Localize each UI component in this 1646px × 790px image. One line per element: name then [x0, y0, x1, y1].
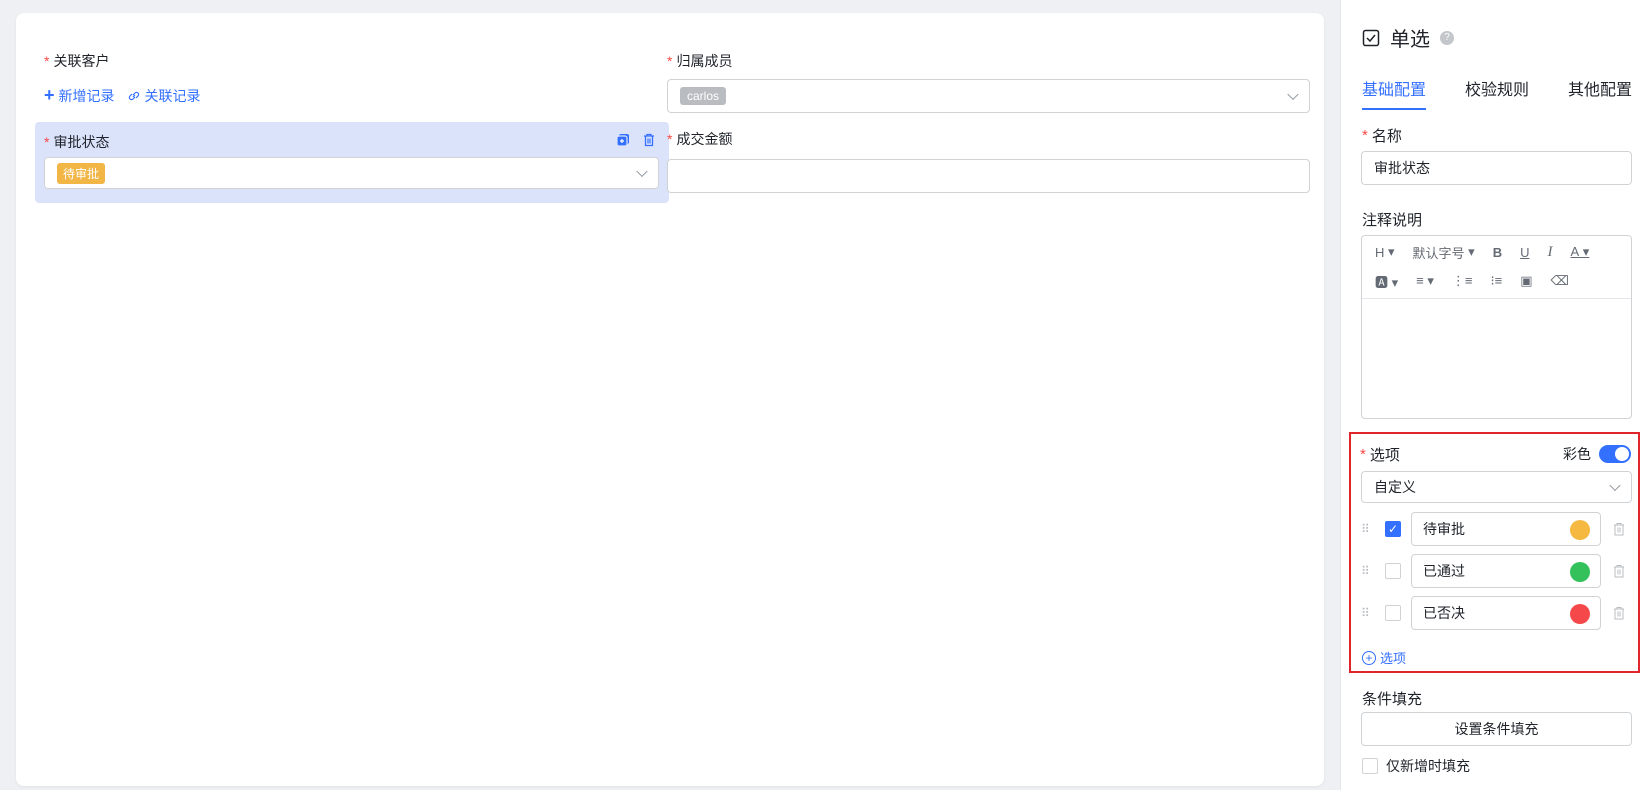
option-default-checkbox[interactable] — [1385, 605, 1401, 621]
field-actions — [615, 132, 657, 148]
customer-actions: + 新增记录 关联记录 — [44, 85, 201, 106]
help-icon[interactable]: ? — [1440, 30, 1454, 45]
option-row: ⠿ 已否决 — [1361, 596, 1636, 630]
config-panel: 单选 ? 基础配置 校验规则 其他配置 * 名称 审批状态 注释说明 H ▾ 默… — [1340, 0, 1646, 790]
required-mark: * — [44, 134, 50, 150]
delete-icon[interactable] — [641, 132, 657, 148]
eraser-icon[interactable]: ⌫ — [1550, 273, 1568, 289]
plus-circle-icon: + — [1362, 650, 1376, 665]
color-dot[interactable] — [1570, 562, 1590, 582]
drag-handle-icon[interactable]: ⠿ — [1361, 523, 1371, 535]
only-new-row: 仅新增时填充 — [1362, 756, 1470, 776]
required-mark: * — [44, 53, 50, 69]
delete-icon[interactable] — [1613, 606, 1625, 620]
required-mark: * — [667, 53, 673, 69]
approval-field-selected[interactable]: * 审批状态 待审批 — [35, 122, 669, 203]
approval-tag: 待审批 — [57, 162, 106, 184]
bullet-list-icon[interactable]: ⁝≡ — [1490, 273, 1502, 289]
options-section: * 选项 彩色 自定义 ⠿ ✓ 待审批 ⠿ 已通过 ⠿ 已否决 + 选项 — [1349, 432, 1640, 673]
required-mark: * — [1362, 127, 1368, 144]
link-record-button[interactable]: 关联记录 — [127, 85, 201, 106]
color-dot[interactable] — [1570, 604, 1590, 624]
checkbox-icon — [1362, 29, 1380, 46]
font-color-icon[interactable]: A ▾ — [1570, 244, 1589, 260]
drag-handle-icon[interactable]: ⠿ — [1361, 565, 1371, 577]
underline-icon[interactable]: U — [1520, 245, 1529, 260]
options-source-select[interactable]: 自定义 — [1361, 471, 1632, 503]
option-input[interactable]: 已通过 — [1411, 554, 1601, 588]
copy-icon[interactable] — [615, 132, 631, 148]
color-dot[interactable] — [1570, 520, 1590, 540]
editor-toolbar-row-1: H ▾ 默认字号 ▾ B U I A ▾ — [1362, 236, 1631, 266]
customer-field: * 关联客户 + 新增记录 关联记录 — [44, 51, 201, 106]
add-record-button[interactable]: + 新增记录 — [44, 85, 115, 106]
bold-icon[interactable]: B — [1493, 245, 1502, 260]
option-row: ⠿ ✓ 待审批 — [1361, 512, 1636, 546]
align-icon[interactable]: ≡ ▾ — [1416, 273, 1434, 289]
option-input[interactable]: 已否决 — [1411, 596, 1601, 630]
amount-label: * 成交金额 — [667, 131, 733, 147]
owner-select[interactable]: carlos — [667, 79, 1310, 113]
chevron-down-icon — [1609, 479, 1621, 492]
italic-icon[interactable]: I — [1547, 244, 1552, 261]
owner-field: * 归属成员 — [667, 51, 732, 71]
chevron-down-icon — [636, 165, 648, 178]
amount-input[interactable] — [667, 159, 1310, 193]
only-new-checkbox[interactable] — [1362, 758, 1378, 774]
insert-image-icon[interactable]: ▣ — [1520, 273, 1532, 289]
required-mark: * — [1360, 446, 1366, 463]
option-row: ⠿ 已通过 — [1361, 554, 1636, 588]
font-size-dropdown[interactable]: 默认字号 ▾ — [1413, 243, 1475, 262]
link-icon — [128, 91, 139, 100]
tab-other[interactable]: 其他配置 — [1568, 76, 1632, 110]
drag-handle-icon[interactable]: ⠿ — [1361, 607, 1371, 619]
option-default-checkbox[interactable] — [1385, 563, 1401, 579]
plus-icon: + — [44, 85, 55, 105]
editor-toolbar-row-2: 🅰 ▾ ≡ ▾ ⋮≡ ⁝≡ ▣ ⌫ — [1362, 266, 1631, 296]
required-mark: * — [667, 131, 673, 147]
owner-tag: carlos — [680, 87, 727, 105]
color-toggle-group: 彩色 — [1563, 444, 1631, 464]
amount-field: * 成交金额 — [667, 129, 732, 149]
panel-tabs: 基础配置 校验规则 其他配置 — [1362, 76, 1632, 110]
approval-label: * 审批状态 — [44, 134, 110, 150]
note-label: 注释说明 — [1362, 212, 1423, 229]
add-option-button[interactable]: + 选项 — [1362, 648, 1406, 667]
owner-label: * 归属成员 — [667, 53, 733, 69]
name-label: * 名称 — [1362, 127, 1402, 145]
heading-dropdown[interactable]: H ▾ — [1375, 244, 1395, 260]
option-input[interactable]: 待审批 — [1411, 512, 1601, 546]
background-color-icon[interactable]: 🅰 ▾ — [1375, 272, 1398, 291]
options-label: * 选项 — [1360, 446, 1400, 464]
customer-label: * 关联客户 — [44, 53, 110, 69]
rich-text-editor: H ▾ 默认字号 ▾ B U I A ▾ 🅰 ▾ ≡ ▾ ⋮≡ ⁝≡ ▣ ⌫ — [1361, 235, 1632, 419]
delete-icon[interactable] — [1613, 564, 1625, 578]
editor-body[interactable] — [1362, 298, 1631, 418]
option-default-checkbox[interactable]: ✓ — [1385, 521, 1401, 537]
tab-basic[interactable]: 基础配置 — [1362, 76, 1427, 110]
set-condition-button[interactable]: 设置条件填充 — [1361, 712, 1632, 746]
condition-label: 条件填充 — [1362, 691, 1423, 708]
form-canvas: * 关联客户 + 新增记录 关联记录 * 归属成员 carlos * 审批状态 — [16, 13, 1324, 786]
color-toggle[interactable] — [1599, 445, 1631, 463]
approval-select[interactable]: 待审批 — [44, 157, 659, 189]
panel-title: 单选 ? — [1362, 23, 1454, 52]
tab-validation[interactable]: 校验规则 — [1465, 76, 1529, 110]
chevron-down-icon — [1287, 88, 1299, 101]
name-input[interactable]: 审批状态 — [1361, 151, 1632, 185]
delete-icon[interactable] — [1613, 522, 1625, 536]
ordered-list-icon[interactable]: ⋮≡ — [1452, 273, 1473, 289]
